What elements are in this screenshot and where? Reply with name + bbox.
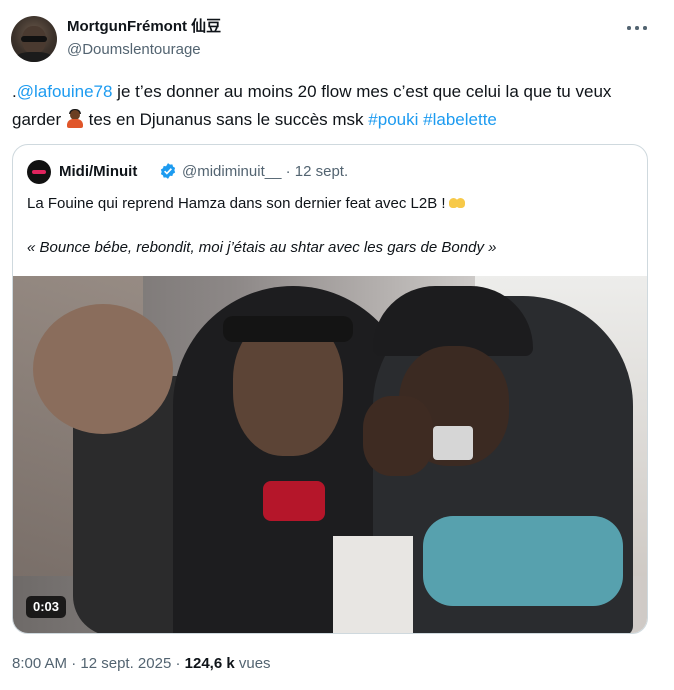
separator: · bbox=[171, 655, 185, 672]
tweet-text: .@lafouine78 je t’es donner au moins 20 … bbox=[12, 78, 662, 134]
video-duration-badge: 0:03 bbox=[26, 596, 67, 618]
video-shirt-logo bbox=[263, 481, 325, 521]
tweet-text-part2: tes en Djunanus sans le succès msk bbox=[83, 110, 369, 129]
video-person2-chain bbox=[433, 426, 473, 460]
quoted-date[interactable]: · 12 sept. bbox=[286, 163, 349, 180]
quoted-avatar[interactable] bbox=[27, 160, 51, 184]
video-person1-hand bbox=[33, 304, 173, 434]
avatar-glasses bbox=[21, 36, 47, 42]
video-person2-fist bbox=[363, 396, 433, 476]
tweet-meta: 8:00 AM · 12 sept. 2025 · 124,6 k vues bbox=[12, 654, 271, 674]
quoted-handle-date[interactable]: @midiminuit__ · 12 sept. bbox=[182, 162, 348, 182]
quoted-text-line2: « Bounce bébe, rebondit, moi j’étais au … bbox=[27, 239, 497, 256]
tweet-time[interactable]: 8:00 AM bbox=[12, 655, 67, 672]
man-gesturing-emoji-icon bbox=[66, 109, 84, 128]
hashtag-link[interactable]: #pouki bbox=[368, 110, 418, 129]
mention-link[interactable]: @lafouine78 bbox=[17, 82, 113, 101]
video-person1-sunglasses bbox=[223, 316, 353, 342]
views-label: vues bbox=[234, 655, 271, 672]
more-options-icon[interactable] bbox=[626, 17, 648, 37]
hashtag-link[interactable]: #labelette bbox=[423, 110, 497, 129]
video-person2-shirt-print bbox=[423, 516, 623, 606]
quoted-text: La Fouine qui reprend Hamza dans son der… bbox=[27, 195, 446, 212]
quoted-text-line1: La Fouine qui reprend Hamza dans son der… bbox=[27, 194, 466, 214]
quoted-author-name[interactable]: Midi/Minuit bbox=[59, 162, 137, 182]
author-avatar[interactable] bbox=[11, 16, 57, 62]
avatar-shirt bbox=[15, 52, 53, 62]
separator: · bbox=[67, 655, 81, 672]
video-player[interactable]: 0:03 bbox=[13, 276, 647, 633]
tweet-date[interactable]: 12 sept. 2025 bbox=[80, 655, 171, 672]
quoted-tweet[interactable]: Midi/Minuit @midiminuit__ · 12 sept. La … bbox=[12, 144, 648, 634]
video-person2-sleeve bbox=[333, 536, 413, 633]
views-count: 124,6 k bbox=[184, 655, 235, 672]
author-handle[interactable]: @Doumslentourage bbox=[67, 40, 201, 60]
handshake-emoji-icon bbox=[448, 196, 466, 210]
verified-badge-icon bbox=[160, 163, 176, 179]
author-name[interactable]: MortgunFrémont 仙豆 bbox=[67, 17, 221, 37]
quoted-handle[interactable]: @midiminuit__ bbox=[182, 163, 281, 180]
